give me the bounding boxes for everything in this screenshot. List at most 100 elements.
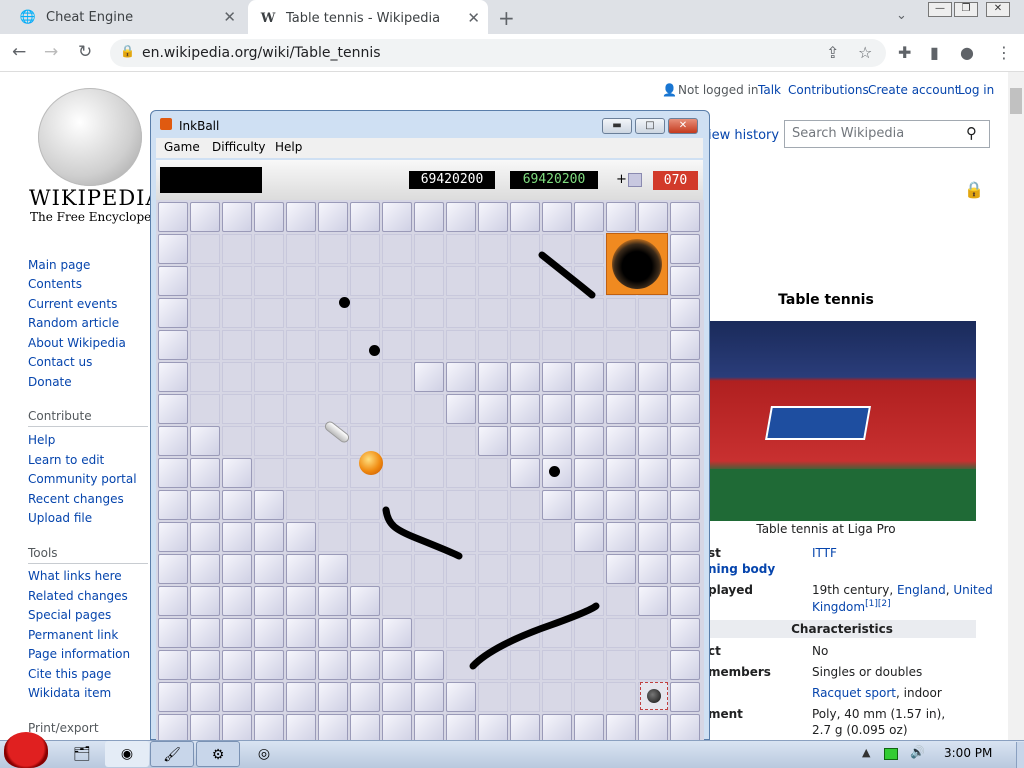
maximize-button[interactable]: □ xyxy=(635,118,665,134)
lock-icon[interactable]: 🔒 xyxy=(120,44,135,58)
tray-arrow-icon[interactable]: ▲ xyxy=(862,746,870,759)
sidebar-item-page-information[interactable]: Page information xyxy=(28,647,130,661)
sidebar-item-upload-file[interactable]: Upload file xyxy=(28,511,92,525)
tab-cheat-engine[interactable]: 🌐 Cheat Engine ✕ xyxy=(8,0,244,34)
bookmark-star-icon[interactable]: ☆ xyxy=(858,43,872,62)
divider xyxy=(28,563,148,564)
browser-taskbar-icon[interactable]: ◎ xyxy=(242,741,286,767)
sidepanel-icon[interactable]: ▮ xyxy=(930,43,939,62)
start-button[interactable] xyxy=(4,732,48,768)
tools-heading: Tools xyxy=(28,546,58,560)
menu-difficulty[interactable]: Difficulty xyxy=(212,140,266,154)
close-button[interactable]: ✕ xyxy=(668,118,698,134)
infobox-label: played xyxy=(708,583,753,597)
create-account-link[interactable]: Create account xyxy=(868,83,960,97)
minimize-button[interactable]: ▬ xyxy=(602,118,632,134)
globe-icon: 🌐 xyxy=(19,9,37,25)
chrome-taskbar-icon[interactable]: ◉ xyxy=(105,741,149,767)
not-logged-in: Not logged in xyxy=(678,83,759,97)
ink-stroke xyxy=(469,602,600,670)
sidebar-item-special-pages[interactable]: Special pages xyxy=(28,608,111,622)
infobox-value-text: , indoor xyxy=(896,686,942,700)
volume-icon[interactable]: 🔊 xyxy=(910,745,925,759)
ping-pong-table xyxy=(765,406,871,440)
infobox-value: 2.7 g (0.095 oz) xyxy=(812,723,908,737)
close-browser-button[interactable]: ✕ xyxy=(986,2,1010,17)
score-display: 69420200 xyxy=(409,171,495,189)
view-history-tab[interactable]: iew history xyxy=(708,128,779,143)
kingdom-link[interactable]: Kingdom xyxy=(812,600,865,614)
infobox-value: Singles or doubles xyxy=(812,665,923,679)
address-bar[interactable]: en.wikipedia.org/wiki/Table_tennis xyxy=(110,39,886,67)
united-kingdom-link[interactable]: United xyxy=(953,583,992,597)
sidebar-item-related-changes[interactable]: Related changes xyxy=(28,589,128,603)
infobox-value: Racquet sport, indoor xyxy=(812,686,942,700)
explorer-taskbar-icon[interactable]: 🗂 xyxy=(60,741,104,767)
page-scrollbar[interactable] xyxy=(1008,72,1024,740)
sidebar-item-wikidata[interactable]: Wikidata item xyxy=(28,686,111,700)
sidebar-item-learn-to-edit[interactable]: Learn to edit xyxy=(28,453,104,467)
menu-icon[interactable]: ⋮ xyxy=(996,43,1012,62)
extensions-icon[interactable]: ✚ xyxy=(898,43,911,62)
menu-help[interactable]: Help xyxy=(275,140,302,154)
profile-icon[interactable]: ● xyxy=(960,43,974,62)
search-icon[interactable]: ⚲ xyxy=(966,124,977,142)
restore-browser-button[interactable]: ❐ xyxy=(954,2,978,17)
back-icon[interactable]: ← xyxy=(12,42,26,62)
close-tab-icon[interactable]: ✕ xyxy=(223,8,236,26)
racquet-sport-link[interactable]: Racquet sport xyxy=(812,686,896,700)
sidebar-item-contact[interactable]: Contact us xyxy=(28,355,92,369)
sidebar-item-help[interactable]: Help xyxy=(28,433,55,447)
reference-link[interactable]: [1][2] xyxy=(865,599,891,609)
sidebar-item-cite[interactable]: Cite this page xyxy=(28,667,111,681)
ink-strokes xyxy=(382,251,600,670)
tab-title: Cheat Engine xyxy=(46,9,134,25)
inkball-taskbar-icon[interactable]: 🖌 xyxy=(150,741,194,767)
sidebar-item-main-page[interactable]: Main page xyxy=(28,258,90,272)
search-input[interactable]: Search Wikipedia xyxy=(784,120,990,148)
sidebar-item-current-events[interactable]: Current events xyxy=(28,297,117,311)
tab-title: Table tennis - Wikipedia xyxy=(286,10,441,26)
wikipedia-globe-logo[interactable] xyxy=(38,88,142,186)
sidebar-item-random-article[interactable]: Random article xyxy=(28,316,119,330)
sidebar-item-community-portal[interactable]: Community portal xyxy=(28,472,137,486)
new-tab-icon[interactable]: + xyxy=(498,6,515,30)
divider xyxy=(28,426,148,427)
ink-stroke xyxy=(382,506,463,560)
ball-queue xyxy=(160,167,262,193)
protection-lock-icon[interactable]: 🔒 xyxy=(964,180,984,199)
infobox-title: Table tennis xyxy=(778,292,874,308)
high-score-display: 69420200 xyxy=(510,171,598,189)
contributions-link[interactable]: Contributions xyxy=(788,83,869,97)
share-icon[interactable]: ⇪ xyxy=(826,43,839,62)
sidebar-item-what-links-here[interactable]: What links here xyxy=(28,569,122,583)
england-link[interactable]: England xyxy=(897,583,946,597)
tab-search-icon[interactable]: ⌄ xyxy=(896,8,907,23)
show-desktop-button[interactable] xyxy=(1016,742,1024,768)
clock[interactable]: 3:00 PM xyxy=(944,746,992,760)
infobox-caption: Table tennis at Liga Pro xyxy=(756,522,896,536)
log-in-link[interactable]: Log in xyxy=(958,83,994,97)
talk-link[interactable]: Talk xyxy=(758,83,781,97)
infobox-label-link[interactable]: ning body xyxy=(708,562,775,576)
user-icon: 👤 xyxy=(662,83,677,97)
wikipedia-wordmark: WIKIPEDIA xyxy=(29,186,162,210)
sidebar-item-recent-changes[interactable]: Recent changes xyxy=(28,492,124,506)
forward-icon[interactable]: → xyxy=(44,42,58,62)
infobox-value-link[interactable]: ITTF xyxy=(812,546,837,560)
tab-wikipedia[interactable]: W Table tennis - Wikipedia ✕ xyxy=(248,0,488,36)
sidebar-item-donate[interactable]: Donate xyxy=(28,375,72,389)
network-icon[interactable] xyxy=(884,748,898,760)
sidebar-item-permanent-link[interactable]: Permanent link xyxy=(28,628,118,642)
sidebar-item-contents[interactable]: Contents xyxy=(28,277,82,291)
inkball-app-icon xyxy=(160,118,172,130)
close-tab-icon[interactable]: ✕ xyxy=(467,9,480,27)
cheat-engine-taskbar-icon[interactable]: ⚙ xyxy=(196,741,240,767)
menu-game[interactable]: Game xyxy=(164,140,200,154)
minimize-browser-button[interactable]: — xyxy=(928,2,952,17)
reload-icon[interactable]: ↻ xyxy=(78,42,92,62)
scroll-thumb[interactable] xyxy=(1010,88,1022,114)
wikipedia-tagline: The Free Encyclopedia xyxy=(30,210,170,224)
sidebar-item-about[interactable]: About Wikipedia xyxy=(28,336,126,350)
infobox-image[interactable] xyxy=(708,321,976,521)
